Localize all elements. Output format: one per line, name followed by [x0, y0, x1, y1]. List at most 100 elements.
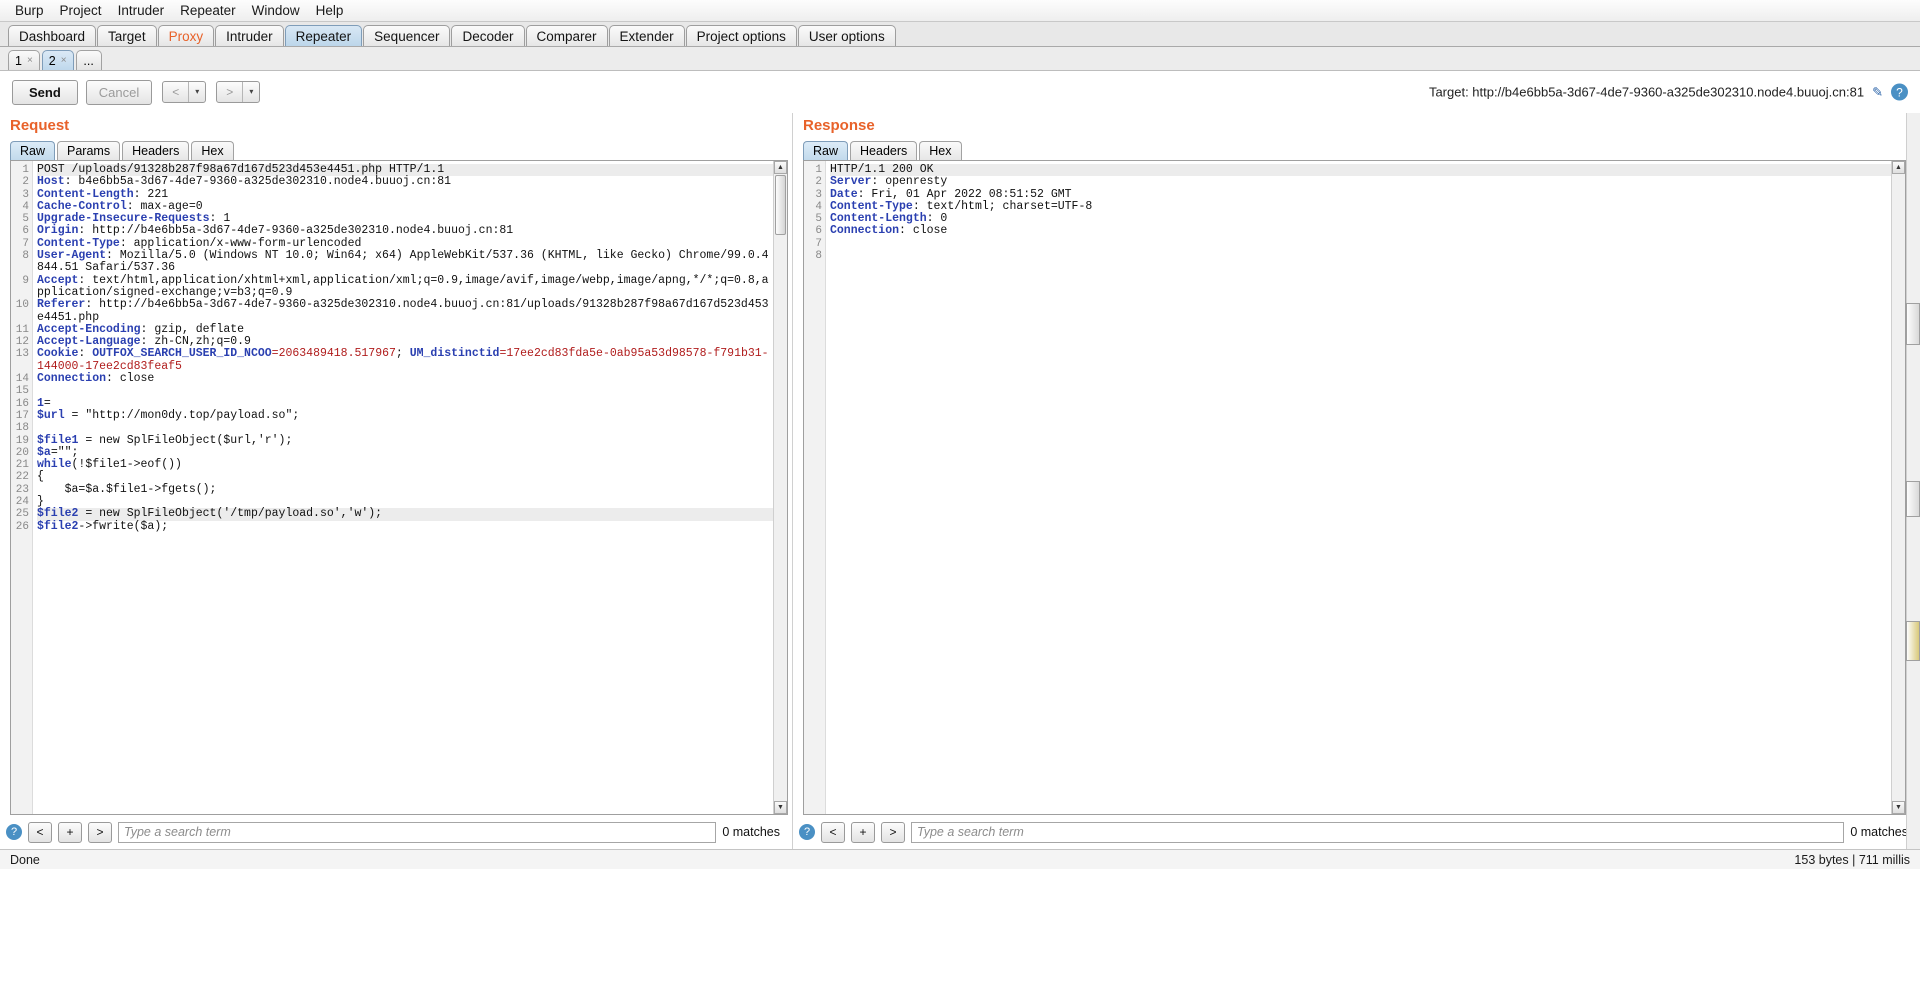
repeater-tab-1[interactable]: 1 × [8, 50, 40, 70]
response-search-input[interactable]: Type a search term [911, 821, 1845, 843]
request-search-help-icon[interactable]: ? [6, 824, 22, 840]
main-tab-dashboard[interactable]: Dashboard [8, 25, 97, 46]
main-tab-label: Proxy [168, 28, 204, 44]
req-tab-headers[interactable]: Headers [122, 141, 190, 160]
code-segment: ->fwrite($a); [78, 519, 169, 533]
line-number: 24 [15, 496, 29, 509]
back-nav-button[interactable]: < ▾ [162, 81, 207, 103]
main-tab-decoder[interactable]: Decoder [451, 25, 525, 46]
main-tab-user-options[interactable]: User options [797, 25, 896, 46]
code-segment: : max-age=0 [126, 199, 203, 213]
req-tab-hex[interactable]: Hex [191, 141, 234, 160]
main-tab-project-options[interactable]: Project options [685, 25, 797, 46]
request-scrollbar[interactable]: ▲ ▼ [773, 161, 787, 814]
request-search-next-button[interactable]: > [88, 821, 112, 843]
repeater-tab-2[interactable]: 2 × [41, 50, 74, 70]
response-raw-text[interactable]: HTTP/1.1 200 OK Server: openresty Date: Fr… [826, 161, 1891, 814]
code-line: $a=$a.$file1->fgets(); [37, 483, 773, 496]
response-search-prev-button[interactable]: < [821, 821, 845, 843]
code-segment: { [37, 470, 44, 484]
status-left-text: Done [10, 852, 40, 867]
response-search-help-icon[interactable]: ? [799, 824, 815, 840]
menu-item-project[interactable]: Project [53, 1, 109, 20]
main-tab-label: Project options [696, 28, 786, 44]
dock-handle-mid[interactable] [1906, 481, 1920, 517]
code-segment: $file2 [37, 507, 79, 521]
main-tab-sequencer[interactable]: Sequencer [363, 25, 451, 46]
request-title: Request [10, 117, 70, 134]
repeater-tab-label: 1 [15, 53, 22, 68]
action-bar: Send Cancel < ▾ > ▾ Target: http://b4e6b… [0, 71, 1920, 113]
code-segment: Server [830, 175, 872, 189]
main-tab-label: Intruder [226, 28, 273, 44]
response-scroll-up-icon[interactable]: ▲ [1892, 161, 1905, 174]
request-raw-text[interactable]: POST /uploads/91328b287f98a67d167d523d45… [33, 161, 773, 814]
line-number: 16 [15, 397, 29, 410]
cancel-button[interactable]: Cancel [85, 79, 153, 105]
forward-nav-button[interactable]: > ▾ [216, 81, 261, 103]
code-segment: 1 [37, 396, 44, 410]
main-tab-label: User options [808, 28, 885, 44]
send-button[interactable]: Send [12, 79, 78, 105]
req-tab-raw[interactable]: Raw [10, 141, 56, 160]
res-tab-headers[interactable]: Headers [850, 141, 918, 160]
line-number: 3 [815, 188, 822, 201]
res-tab-raw[interactable]: Raw [803, 141, 849, 160]
response-scroll-down-icon[interactable]: ▼ [1892, 801, 1905, 814]
main-tab-repeater[interactable]: Repeater [284, 25, 363, 46]
response-search-next-button[interactable]: > [881, 821, 905, 843]
code-segment: : openresty [871, 175, 948, 189]
menu-item-burp[interactable]: Burp [8, 1, 51, 20]
code-line: Accept: text/html,application/xhtml+xml,… [37, 274, 773, 300]
menu-item-help[interactable]: Help [309, 1, 351, 20]
response-match-count: 0 matches [1850, 825, 1908, 839]
code-segment: $a [37, 445, 51, 459]
request-match-count: 0 matches [722, 825, 780, 839]
scroll-down-icon[interactable]: ▼ [774, 801, 787, 814]
res-tab-hex[interactable]: Hex [919, 141, 962, 160]
code-segment: POST /uploads/91328b287f98a67d167d523d45… [37, 163, 445, 176]
main-tab-target[interactable]: Target [97, 25, 157, 46]
close-icon[interactable]: × [61, 55, 67, 66]
main-tab-label: Repeater [295, 28, 352, 44]
pencil-icon[interactable]: ✎ [1872, 84, 1883, 100]
repeater-tab-bar: 1 × 2 ×... [0, 47, 1920, 71]
scroll-thumb[interactable] [775, 175, 786, 235]
main-tab-intruder[interactable]: Intruder [215, 25, 284, 46]
line-number: 1 [815, 164, 822, 176]
menu-item-intruder[interactable]: Intruder [111, 1, 172, 20]
request-search-add-button[interactable]: + [58, 821, 82, 843]
main-tab-comparer[interactable]: Comparer [525, 25, 608, 46]
req-tab-params[interactable]: Params [57, 141, 121, 160]
response-scrollbar[interactable]: ▲ ▼ [1891, 161, 1905, 814]
code-segment: =""; [50, 445, 79, 459]
menu-item-repeater[interactable]: Repeater [173, 1, 243, 20]
line-number: 26 [15, 520, 29, 533]
dock-handle-bottom[interactable] [1906, 621, 1920, 661]
main-tab-proxy[interactable]: Proxy [157, 25, 215, 46]
target-label: Target: http://b4e6bb5a-3d67-4de7-9360-a… [1428, 84, 1865, 100]
scroll-up-icon[interactable]: ▲ [774, 161, 787, 174]
menu-item-window[interactable]: Window [245, 1, 307, 20]
line-number: 14 [15, 373, 29, 386]
request-search-input[interactable]: Type a search term [118, 821, 717, 843]
chevron-down-icon-2: ▾ [249, 87, 254, 96]
code-segment: : http://b4e6bb5a-3d67-4de7-9360-a325de3… [78, 224, 514, 238]
line-number: 8 [815, 250, 822, 263]
code-line: HTTP/1.1 200 OK [830, 163, 1891, 177]
repeater-tab-moremoremore[interactable]: ... [75, 50, 102, 70]
response-search-add-button[interactable]: + [851, 821, 875, 843]
close-icon[interactable]: × [27, 55, 33, 66]
help-icon[interactable]: ? [1891, 83, 1908, 101]
code-segment: ; [395, 347, 410, 361]
request-editor[interactable]: 1 2 3 4 5 6 7 8 9 10 11 12 13 14 15 16 17 18 19 20 21 22 23 24 2… [10, 160, 788, 815]
response-line-numbers: 12345678 [804, 161, 826, 814]
line-number: 22 [15, 471, 29, 484]
response-editor[interactable]: 12345678 HTTP/1.1 200 OK Server: openrest… [803, 160, 1906, 815]
main-tab-label: Decoder [462, 28, 514, 44]
request-search-prev-button[interactable]: < [28, 821, 52, 843]
main-tab-extender[interactable]: Extender [608, 25, 685, 46]
line-number: 18 [15, 422, 29, 435]
dock-handle-top[interactable] [1906, 303, 1920, 345]
